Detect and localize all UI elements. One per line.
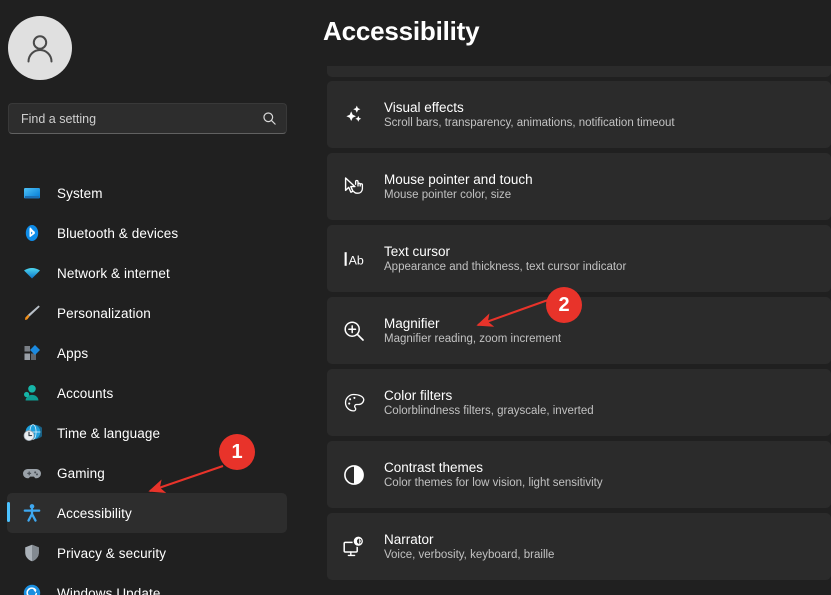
system-monitor-icon (22, 183, 42, 203)
sidebar-item-label: Accessibility (57, 506, 132, 521)
settings-card-list: Visual effects Scroll bars, transparency… (300, 66, 831, 585)
clock-globe-icon (22, 423, 42, 443)
card-subtitle: Magnifier reading, zoom increment (384, 333, 561, 345)
page-title: Accessibility (323, 16, 479, 47)
card-contrast-themes[interactable]: Contrast themes Color themes for low vis… (327, 441, 831, 508)
color-palette-icon (341, 390, 367, 416)
scrolled-card-partial[interactable] (327, 66, 831, 77)
card-narrator[interactable]: Narrator Voice, verbosity, keyboard, bra… (327, 513, 831, 580)
sidebar-item-bluetooth-devices[interactable]: Bluetooth & devices (7, 213, 287, 253)
sidebar-item-accounts[interactable]: Accounts (7, 373, 287, 413)
accessibility-person-icon (22, 503, 42, 523)
sidebar: System Bluetooth & devices (0, 0, 300, 595)
sparkles-icon (341, 102, 367, 128)
card-text-cursor[interactable]: Ab Text cursor Appearance and thickness,… (327, 225, 831, 292)
mouse-pointer-touch-icon (341, 174, 367, 200)
card-subtitle: Color themes for low vision, light sensi… (384, 477, 603, 489)
card-title: Magnifier (384, 316, 561, 331)
card-visual-effects[interactable]: Visual effects Scroll bars, transparency… (327, 81, 831, 148)
main-content: Accessibility Visual effects Scroll bars… (300, 0, 831, 595)
card-subtitle: Mouse pointer color, size (384, 189, 533, 201)
contrast-circle-icon (341, 462, 367, 488)
sidebar-item-network-internet[interactable]: Network & internet (7, 253, 287, 293)
card-title: Contrast themes (384, 460, 603, 475)
card-title: Visual effects (384, 100, 675, 115)
search-icon[interactable] (262, 111, 277, 126)
sidebar-item-apps[interactable]: Apps (7, 333, 287, 373)
sidebar-item-label: Accounts (57, 386, 113, 401)
card-subtitle: Appearance and thickness, text cursor in… (384, 261, 626, 273)
search-box[interactable] (8, 103, 287, 134)
shield-icon (22, 543, 42, 563)
avatar[interactable] (8, 16, 72, 80)
sidebar-item-label: Apps (57, 346, 88, 361)
svg-text:Ab: Ab (349, 253, 364, 267)
card-title: Mouse pointer and touch (384, 172, 533, 187)
card-subtitle: Scroll bars, transparency, animations, n… (384, 117, 675, 129)
text-cursor-icon: Ab (341, 246, 367, 272)
card-magnifier[interactable]: Magnifier Magnifier reading, zoom increm… (327, 297, 831, 364)
settings-window: System Bluetooth & devices (0, 0, 831, 595)
person-avatar-icon[interactable] (8, 16, 72, 80)
sidebar-item-personalization[interactable]: Personalization (7, 293, 287, 333)
card-mouse-pointer-touch[interactable]: Mouse pointer and touch Mouse pointer co… (327, 153, 831, 220)
sidebar-item-label: Network & internet (57, 266, 170, 281)
sidebar-item-label: Personalization (57, 306, 151, 321)
card-title: Text cursor (384, 244, 626, 259)
bluetooth-icon (22, 223, 42, 243)
update-refresh-icon (22, 583, 42, 595)
account-person-icon (22, 383, 42, 403)
sidebar-item-label: System (57, 186, 103, 201)
sidebar-item-label: Privacy & security (57, 546, 166, 561)
card-subtitle: Colorblindness filters, grayscale, inver… (384, 405, 594, 417)
sidebar-item-label: Bluetooth & devices (57, 226, 178, 241)
sidebar-item-system[interactable]: System (7, 173, 287, 213)
sidebar-item-gaming[interactable]: Gaming (7, 453, 287, 493)
narrator-monitor-icon (341, 534, 367, 560)
card-subtitle: Voice, verbosity, keyboard, braille (384, 549, 554, 561)
sidebar-item-label: Time & language (57, 426, 160, 441)
card-title: Color filters (384, 388, 594, 403)
sidebar-item-label: Windows Update (57, 586, 160, 595)
card-title: Narrator (384, 532, 554, 547)
paintbrush-icon (22, 303, 42, 323)
sidebar-item-privacy-security[interactable]: Privacy & security (7, 533, 287, 573)
sidebar-item-time-language[interactable]: Time & language (7, 413, 287, 453)
magnifier-zoom-in-icon (341, 318, 367, 344)
sidebar-item-label: Gaming (57, 466, 105, 481)
wifi-icon (22, 263, 42, 283)
card-color-filters[interactable]: Color filters Colorblindness filters, gr… (327, 369, 831, 436)
sidebar-item-accessibility[interactable]: Accessibility (7, 493, 287, 533)
sidebar-item-windows-update[interactable]: Windows Update (7, 573, 287, 595)
gamepad-icon (22, 463, 42, 483)
sidebar-nav: System Bluetooth & devices (0, 173, 300, 595)
apps-grid-icon (22, 343, 42, 363)
search-input[interactable] (21, 112, 262, 126)
